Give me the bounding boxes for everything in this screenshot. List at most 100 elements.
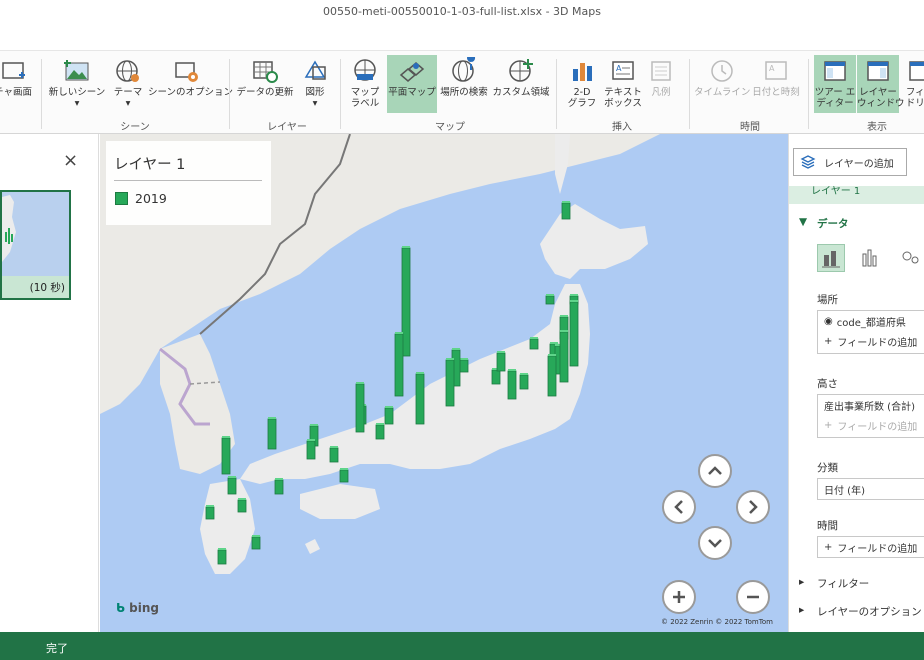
layer-pane-icon [867,61,889,81]
tour-editor-icon [824,61,846,81]
map-bar[interactable] [274,479,284,495]
map-bar[interactable] [519,374,529,390]
time-box[interactable]: + フィールドの追加 [817,536,924,558]
map-bar[interactable] [205,506,215,520]
bubble-icon [902,251,919,264]
chevron-left-icon [674,500,683,514]
map-bar[interactable] [491,369,501,385]
map-bar[interactable] [217,549,227,565]
location-field-row[interactable]: ◉ code_都道府県 [818,311,924,331]
map-legend[interactable]: レイヤー 1 2019 [106,141,271,225]
layer-pane-button[interactable]: レイヤー ウィンドウ [857,55,905,113]
flat-map-button[interactable]: 平面マップ [387,55,437,113]
stacked-column-icon [822,251,840,268]
bubble-type-button[interactable] [899,246,923,273]
map-bar[interactable] [545,295,555,305]
stacked-column-type-button[interactable] [817,244,845,272]
map-bar[interactable] [355,383,365,433]
scene-options-button[interactable]: シーンのオプション [148,55,233,113]
map-bar[interactable] [459,359,469,373]
category-dropdown[interactable]: 日付 (年) [817,478,924,500]
date-time-button[interactable]: A 日付と時刻 [750,55,802,113]
status-bar: 完了 [0,632,924,660]
map-bar[interactable] [547,355,557,397]
group-map: マップ [435,122,465,133]
layer-options-section[interactable]: ▸ レイヤーのオプション [799,604,922,619]
pan-down-button[interactable] [698,526,732,560]
capture-screen-button[interactable]: チャ画面 [0,55,36,113]
map-bar[interactable] [561,202,571,220]
custom-regions-button[interactable]: カスタム領域 [492,55,550,113]
refresh-data-icon [253,61,278,83]
scene-options-icon [175,62,198,82]
pan-up-button[interactable] [698,454,732,488]
map-bar[interactable] [375,424,385,440]
map-bar-top [356,382,364,384]
pan-left-button[interactable] [662,490,696,524]
group-time: 時間 [740,122,760,133]
shapes-button[interactable]: 図形 ▾ [297,55,333,113]
bar-chart-icon [573,63,592,81]
map-bar[interactable] [384,407,394,425]
field-list-icon [909,61,924,81]
find-location-button[interactable]: 場所の検索 [438,55,490,113]
add-time-field[interactable]: + フィールドの追加 [818,537,924,557]
map-bar[interactable] [529,338,539,350]
map-bar[interactable] [306,440,316,460]
radio-icon[interactable]: ◉ [824,316,833,327]
map-bar[interactable] [227,477,237,495]
map-labels-button[interactable]: マップ ラベル [345,55,385,113]
add-layer-button[interactable]: レイヤーの追加 [793,148,907,176]
category-label: 分類 [817,462,838,474]
map-bar[interactable] [329,447,339,463]
map-bar[interactable] [507,370,517,400]
map-bar[interactable] [221,437,231,475]
add-location-field[interactable]: + フィールドの追加 [818,331,924,351]
clustered-column-type-button[interactable] [859,246,883,273]
layer-header[interactable]: レイヤー 1 [789,186,924,204]
map-bar[interactable] [569,301,579,367]
field-list-button[interactable]: フィー ドリス [900,55,924,113]
separator [689,59,690,129]
tour-editor-button[interactable]: ツアー エ ディター [814,55,856,113]
scene-thumbnail-map [2,192,69,276]
clock-icon [711,60,733,82]
text-box-button[interactable]: A テキスト ボックス [602,55,644,113]
timeline-button[interactable]: タイムライン [694,55,750,113]
map-bar-top [218,548,226,550]
add-height-field[interactable]: + フィールドの追加 [818,415,924,435]
legend-item-label: 2019 [135,191,167,206]
location-box[interactable]: ◉ code_都道府県 + フィールドの追加 [817,310,924,354]
zoom-out-button[interactable] [736,580,770,614]
map-bar[interactable] [394,333,404,397]
clustered-column-icon [862,249,877,267]
map-bar[interactable] [445,359,455,407]
map-bar[interactable] [496,352,506,372]
filter-section[interactable]: ▸ フィルター [799,576,869,591]
date-time-icon: A [765,61,787,80]
map-bar[interactable] [251,536,261,550]
map-bar-top [395,332,403,334]
map-bar[interactable] [267,418,277,450]
legend-button[interactable]: 凡例 [646,55,676,113]
2d-chart-button[interactable]: 2-D グラフ [564,55,600,113]
new-scene-button[interactable]: 新しいシーン ▾ [48,55,106,113]
map-bar-top [340,468,348,470]
data-section[interactable]: ▼ データ [799,216,849,231]
pan-right-button[interactable] [736,490,770,524]
chevron-up-icon [708,466,722,475]
zoom-in-button[interactable] [662,580,696,614]
height-field-row[interactable]: 産出事業所数 (合計) [818,395,924,415]
map-bar[interactable] [237,499,247,513]
scene-thumbnail[interactable]: (10 秒) [0,190,71,300]
map-bar[interactable] [559,331,569,383]
map-bar-top [310,424,318,426]
refresh-data-button[interactable]: データの更新 [235,55,295,113]
height-box[interactable]: 産出事業所数 (合計) + フィールドの追加 [817,394,924,438]
map-bar[interactable] [339,469,349,483]
map-bar[interactable] [415,373,425,425]
theme-button[interactable]: テーマ ▾ [110,55,146,113]
close-icon[interactable]: × [63,150,78,171]
map-bar-top [562,201,570,203]
time-label: 時間 [817,520,838,532]
